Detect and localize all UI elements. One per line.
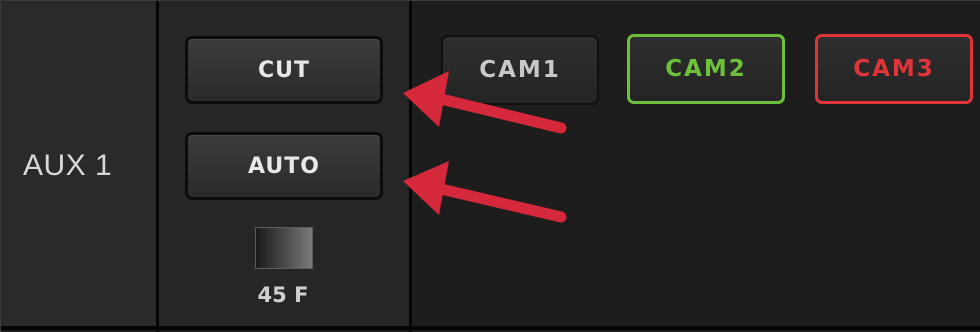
column-divider: [409, 1, 412, 332]
cut-button[interactable]: CUT: [185, 36, 383, 104]
transition-rate-swatch[interactable]: [255, 227, 313, 269]
row-label: AUX 1: [23, 149, 113, 182]
row-divider: [1, 326, 980, 330]
transition-rate-label: 45 F: [257, 283, 309, 307]
source-button-cam2[interactable]: CAM2: [627, 34, 785, 104]
source-button-cam3[interactable]: CAM3: [815, 34, 973, 104]
auto-button[interactable]: AUTO: [185, 132, 383, 200]
source-button-cam1[interactable]: CAM1: [441, 35, 599, 105]
switcher-panel: AUX 1 CUT AUTO 45 F CAM1 CAM2 CAM3: [0, 0, 980, 332]
row-label-column: AUX 1: [1, 1, 156, 326]
